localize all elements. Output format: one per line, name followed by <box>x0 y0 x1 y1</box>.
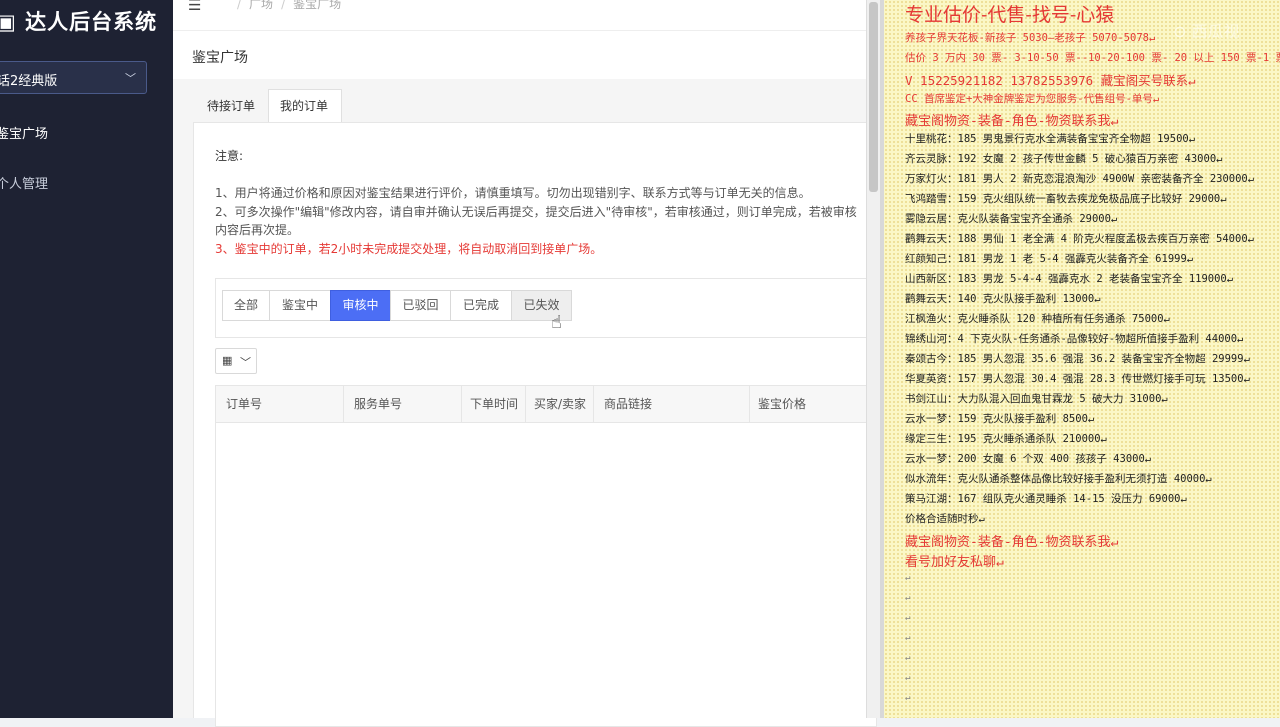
paragraph-mark: ↵ <box>905 653 911 663</box>
document-line: 似水流年：克火队通杀整体品像比较好接手盈利无须打造 40000↵ <box>905 473 1212 485</box>
column-header-appraisal-price[interactable]: 鉴宝价格 <box>750 386 876 422</box>
topbar: ☰ / 广场 / 鉴宝广场 <box>173 0 866 14</box>
document-line: 江枫渔火：克火睡杀队 120 种植所有任务通杀 75000↵ <box>905 313 1170 325</box>
tab-pending-orders[interactable]: 待接订单 <box>195 89 269 123</box>
notice-title: 注意: <box>215 149 244 163</box>
document-line: 锦绣山河：4 下克火队-任务通杀-品像较好-物超所值接手盈利 44000↵ <box>905 333 1244 345</box>
notice-line: 2、可多次操作"编辑"修改内容，请自审并确认无误后再提交，提交后进入"待审核"，… <box>215 205 857 219</box>
breadcrumb-item[interactable]: 广场 <box>249 0 273 11</box>
filter-completed-button[interactable]: 已完成 <box>450 290 512 321</box>
document-line: 红颜知己：181 男龙 1 老 5-4 强霹克火装备齐全 61999↵ <box>905 253 1194 265</box>
paragraph-mark: ↵ <box>905 673 911 683</box>
version-select[interactable]: 话2经典版 ﹀ <box>0 61 147 94</box>
document-line: 估价 3 万内 30 票- 3-10-50 票--10-20-100 票- 20… <box>905 52 1280 64</box>
breadcrumb: / 广场 / 鉴宝广场 <box>229 0 341 12</box>
video-watermark: ⊙ 西瓜视 <box>1173 22 1240 41</box>
document-line: 书剑江山：大力队混入回血鬼甘霖龙 5 破大力 31000↵ <box>905 393 1168 405</box>
paragraph-mark: ↵ <box>905 693 911 703</box>
app-logo: ▣ 达人后台系统 <box>0 10 158 34</box>
paragraph-mark: ↵ <box>905 613 911 623</box>
main-scrollbar[interactable] <box>866 0 881 718</box>
filter-all-button[interactable]: 全部 <box>222 290 270 321</box>
column-header-service-no[interactable]: 服务单号 <box>344 386 462 422</box>
table-header-row: 订单号 服务单号 下单时间 买家/卖家 商品链接 鉴宝价格 <box>216 386 876 423</box>
chevron-down-icon: ﹀ <box>240 356 251 369</box>
version-select-value: 话2经典版 <box>0 74 58 89</box>
page-title: 鉴宝广场 <box>192 50 248 66</box>
document-line: V 15225921182 13782553976 藏宝阁买号联系↵ <box>905 73 1196 88</box>
document-line: 华夏英资：157 男人忽混 30.4 强混 28.3 传世燃灯接手可玩 1350… <box>905 373 1250 385</box>
paragraph-mark: ↵ <box>905 633 911 643</box>
status-filter-bar: 全部 鉴宝中 审核中 已驳回 已完成 已失效 <box>215 278 866 338</box>
document-line: 雾隐云居：克火队装备宝宝齐全通杀 29000↵ <box>905 213 1118 225</box>
sidebar-item-appraisal-square[interactable]: 鉴宝广场 <box>0 123 48 142</box>
menu-toggle-icon[interactable]: ☰ <box>188 0 201 14</box>
breadcrumb-item: 鉴宝广场 <box>293 0 342 11</box>
sidebar-item-personal-management[interactable]: 个人管理 <box>0 173 48 192</box>
document-line: 养孩子界天花板-新孩子 5030—老孩子 5070-5078↵ <box>905 32 1156 44</box>
document-overlay: 专业估价-代售-找号-心猿养孩子界天花板-新孩子 5030—老孩子 5070-5… <box>884 0 1280 718</box>
column-toggle-button[interactable]: ▦ ﹀ <box>215 348 257 374</box>
filter-rejected-button[interactable]: 已驳回 <box>390 290 451 321</box>
document-line: 缘定三生：195 克火睡杀通杀队 210000↵ <box>905 433 1107 445</box>
filter-expired-button[interactable]: 已失效 <box>511 290 572 321</box>
column-header-buyer-seller[interactable]: 买家/卖家 <box>526 386 594 422</box>
hand-cursor-icon: ☝ <box>551 312 562 333</box>
document-line: 策马江湖：167 组队克火通灵睡杀 14-15 没压力 69000↵ <box>905 493 1187 505</box>
document-line: CC 首席鉴定+大神金牌鉴定为您服务-代售组号-单号↵ <box>905 93 1160 105</box>
chevron-down-icon: ﹀ <box>125 72 136 85</box>
column-header-order-time[interactable]: 下单时间 <box>462 386 526 422</box>
document-line: 价格合适随时秒↵ <box>905 513 985 525</box>
paragraph-mark: ↵ <box>905 573 911 583</box>
document-line: 云水一梦：159 克火队接手盈利 8500↵ <box>905 413 1095 425</box>
notice-line: 内容后再次提。 <box>215 223 300 237</box>
notice-line-warning: 3、鉴宝中的订单，若2小时未完成提交处理，将自动取消回到接单广场。 <box>215 242 603 256</box>
column-header-product-link[interactable]: 商品链接 <box>594 386 750 422</box>
document-line: 秦颂古今：185 男人忽混 35.6 强混 36.2 装备宝宝齐全物超 2999… <box>905 353 1250 365</box>
column-header-order-no[interactable]: 订单号 <box>216 386 344 422</box>
document-heading: 专业估价-代售-找号-心猿 <box>905 4 1115 26</box>
document-line: 万家灯火：181 男人 2 新克恋混浪淘沙 4900W 亲密装备齐全 23000… <box>905 173 1255 185</box>
document-line: 齐云灵脉：192 女魔 2 孩子传世金麟 5 破心猿百万亲密 43000↵ <box>905 153 1223 165</box>
document-line: 鹳舞云天：140 克火队接手盈利 13000↵ <box>905 293 1101 305</box>
document-line: 云水一梦：200 女魔 6 个双 400 孩孩子 43000↵ <box>905 453 1152 465</box>
notice-line: 1、用户将通过价格和原因对鉴宝结果进行评价，请慎重填写。切勿出现错别字、联系方式… <box>215 186 811 200</box>
document-line: 藏宝阁物资-装备-角色-物资联系我↵ <box>905 535 1119 550</box>
filter-appraising-button[interactable]: 鉴宝中 <box>269 290 331 321</box>
orders-table: 订单号 服务单号 下单时间 买家/卖家 商品链接 鉴宝价格 <box>215 385 877 727</box>
document-line: 山西新区：183 男龙 5-4-4 强霹克水 2 老装备宝宝齐全 119000↵ <box>905 273 1234 285</box>
document-line: 藏宝阁物资-装备-角色-物资联系我↵ <box>905 114 1119 129</box>
page-header: 鉴宝广场 <box>173 30 866 80</box>
document-line: 鹳舞云天：188 男仙 1 老全满 4 阶克火程度孟极去疾百万亲密 54000↵ <box>905 233 1254 245</box>
document-line: 十里桃花：185 男鬼景行克水全满装备宝宝齐全物超 19500↵ <box>905 133 1196 145</box>
grid-icon: ▦ <box>222 354 233 367</box>
document-line: 飞鸿踏雪：159 克火组队统一畜牧去疾龙免极品底子比较好 29000↵ <box>905 193 1227 205</box>
document-line: 看号加好友私聊↵ <box>905 555 1004 570</box>
sidebar: ▣ 达人后台系统 话2经典版 ﹀ 鉴宝广场 个人管理 <box>0 0 173 718</box>
filter-reviewing-button[interactable]: 审核中 <box>330 290 391 321</box>
paragraph-mark: ↵ <box>905 593 911 603</box>
scrollbar-thumb[interactable] <box>869 2 878 192</box>
tab-my-orders[interactable]: 我的订单 <box>268 89 342 123</box>
